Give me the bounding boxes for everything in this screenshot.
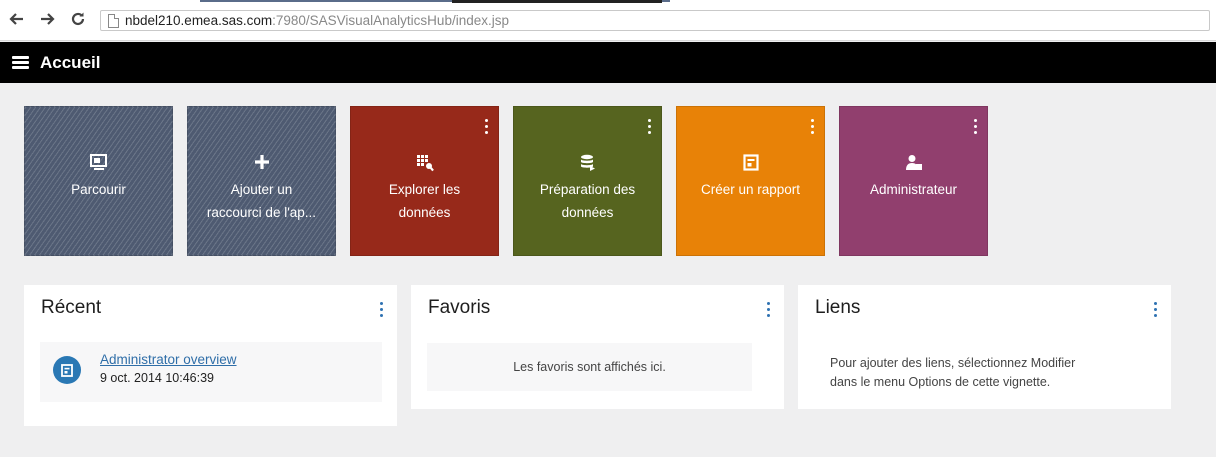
tile-browse[interactable]: Parcourir	[24, 106, 173, 256]
tile-administrator[interactable]: Administrateur	[839, 106, 988, 256]
database-icon	[580, 154, 595, 171]
url-path: :7980/SASVisualAnalyticsHub/index.jsp	[272, 13, 509, 28]
recent-item-link[interactable]: Administrator overview	[100, 352, 237, 368]
arrow-right-icon	[41, 13, 55, 25]
card-title: Liens	[815, 297, 861, 318]
tile-options-menu[interactable]	[645, 119, 653, 137]
tile-create-report[interactable]: Créer un rapport	[676, 106, 825, 256]
recent-item[interactable]: Administrator overview 9 oct. 2014 10:46…	[40, 342, 382, 402]
address-bar[interactable]: nbdel210.emea.sas.com:7980/SASVisualAnal…	[100, 10, 1210, 31]
plus-icon	[254, 155, 269, 169]
tile-label-line-2: données	[561, 205, 614, 220]
favorites-empty-area: Les favoris sont affichés ici.	[427, 343, 752, 391]
url-text: nbdel210.emea.sas.com:7980/SASVisualAnal…	[125, 13, 509, 29]
tile-options-menu[interactable]	[808, 119, 816, 137]
active-tab-indicator	[452, 0, 662, 3]
app-header: Accueil	[0, 42, 1216, 83]
tile-label: Créer un rapport	[700, 182, 801, 197]
tile-label: Parcourir	[71, 182, 126, 197]
links-help-line: dans le menu Options de cette vignette.	[830, 375, 1051, 389]
reload-button[interactable]	[69, 11, 87, 29]
report-icon	[742, 154, 759, 171]
tile-label-line-2: raccourci de l'ap...	[206, 205, 317, 220]
card-title: Favoris	[428, 297, 491, 318]
tile-explore-data[interactable]: Explorer les données	[350, 106, 499, 256]
links-help-text: Pour ajouter des liens, sélectionnez Mod…	[830, 354, 1075, 392]
tile-add-shortcut[interactable]: Ajouter un raccourci de l'ap...	[187, 106, 336, 256]
hamburger-icon[interactable]	[12, 56, 29, 69]
card-title: Récent	[41, 297, 102, 318]
recent-item-date: 9 oct. 2014 10:46:39	[100, 371, 214, 385]
forward-button[interactable]	[38, 11, 56, 29]
browse-monitor-icon	[90, 154, 107, 170]
tile-label: Administrateur	[869, 182, 958, 197]
links-help-line: Pour ajouter des liens, sélectionnez Mod…	[830, 356, 1076, 370]
url-host: nbdel210.emea.sas.com	[125, 13, 273, 28]
tile-label: Explorer les	[388, 182, 461, 197]
report-icon	[61, 363, 73, 377]
tile-label-line-2: données	[398, 205, 451, 220]
tile-label: Préparation des	[539, 182, 636, 197]
explore-grid-icon	[416, 155, 434, 172]
card-options-menu[interactable]	[764, 302, 772, 319]
arrow-left-icon	[9, 13, 23, 25]
card-options-menu[interactable]	[377, 302, 385, 319]
tile-data-preparation[interactable]: Préparation des données	[513, 106, 662, 256]
tile-options-menu[interactable]	[971, 119, 979, 137]
page-icon	[108, 14, 119, 28]
favorites-card: Favoris Les favoris sont affichés ici.	[411, 285, 784, 409]
favorites-empty-text: Les favoris sont affichés ici.	[513, 360, 666, 374]
reload-icon	[71, 12, 85, 26]
recent-card: Récent Administrator overview 9 oct. 201…	[24, 285, 397, 426]
tile-options-menu[interactable]	[482, 119, 490, 137]
card-options-menu[interactable]	[1151, 302, 1159, 319]
tile-label: Ajouter un	[230, 182, 293, 197]
page-title: Accueil	[40, 53, 101, 72]
tab-strip	[200, 0, 670, 6]
back-button[interactable]	[8, 11, 26, 29]
browser-toolbar: nbdel210.emea.sas.com:7980/SASVisualAnal…	[0, 0, 1216, 41]
admin-users-icon	[905, 155, 922, 170]
recent-item-icon	[53, 356, 81, 384]
